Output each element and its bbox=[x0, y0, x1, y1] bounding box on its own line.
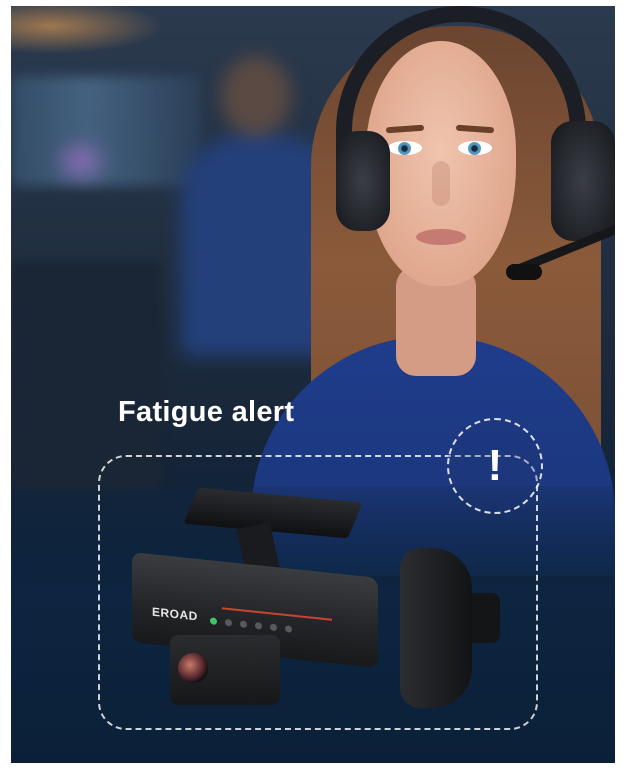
headset-earcup-left bbox=[336, 131, 390, 231]
headset-mic-icon bbox=[506, 264, 542, 280]
headset-earcup-right bbox=[551, 121, 615, 241]
camera-visor bbox=[183, 487, 363, 539]
exclamation-icon: ! bbox=[487, 441, 503, 490]
dash-camera-device: EROAD bbox=[130, 487, 380, 705]
feature-title: Fatigue alert bbox=[118, 396, 295, 428]
camera-lens-icon bbox=[178, 653, 208, 683]
monitor-glow bbox=[61, 146, 101, 176]
alert-badge: ! bbox=[447, 418, 543, 514]
side-sensor-device bbox=[400, 548, 505, 708]
lips bbox=[416, 229, 466, 245]
status-led-icon bbox=[210, 617, 217, 625]
sensor-body bbox=[400, 548, 472, 708]
